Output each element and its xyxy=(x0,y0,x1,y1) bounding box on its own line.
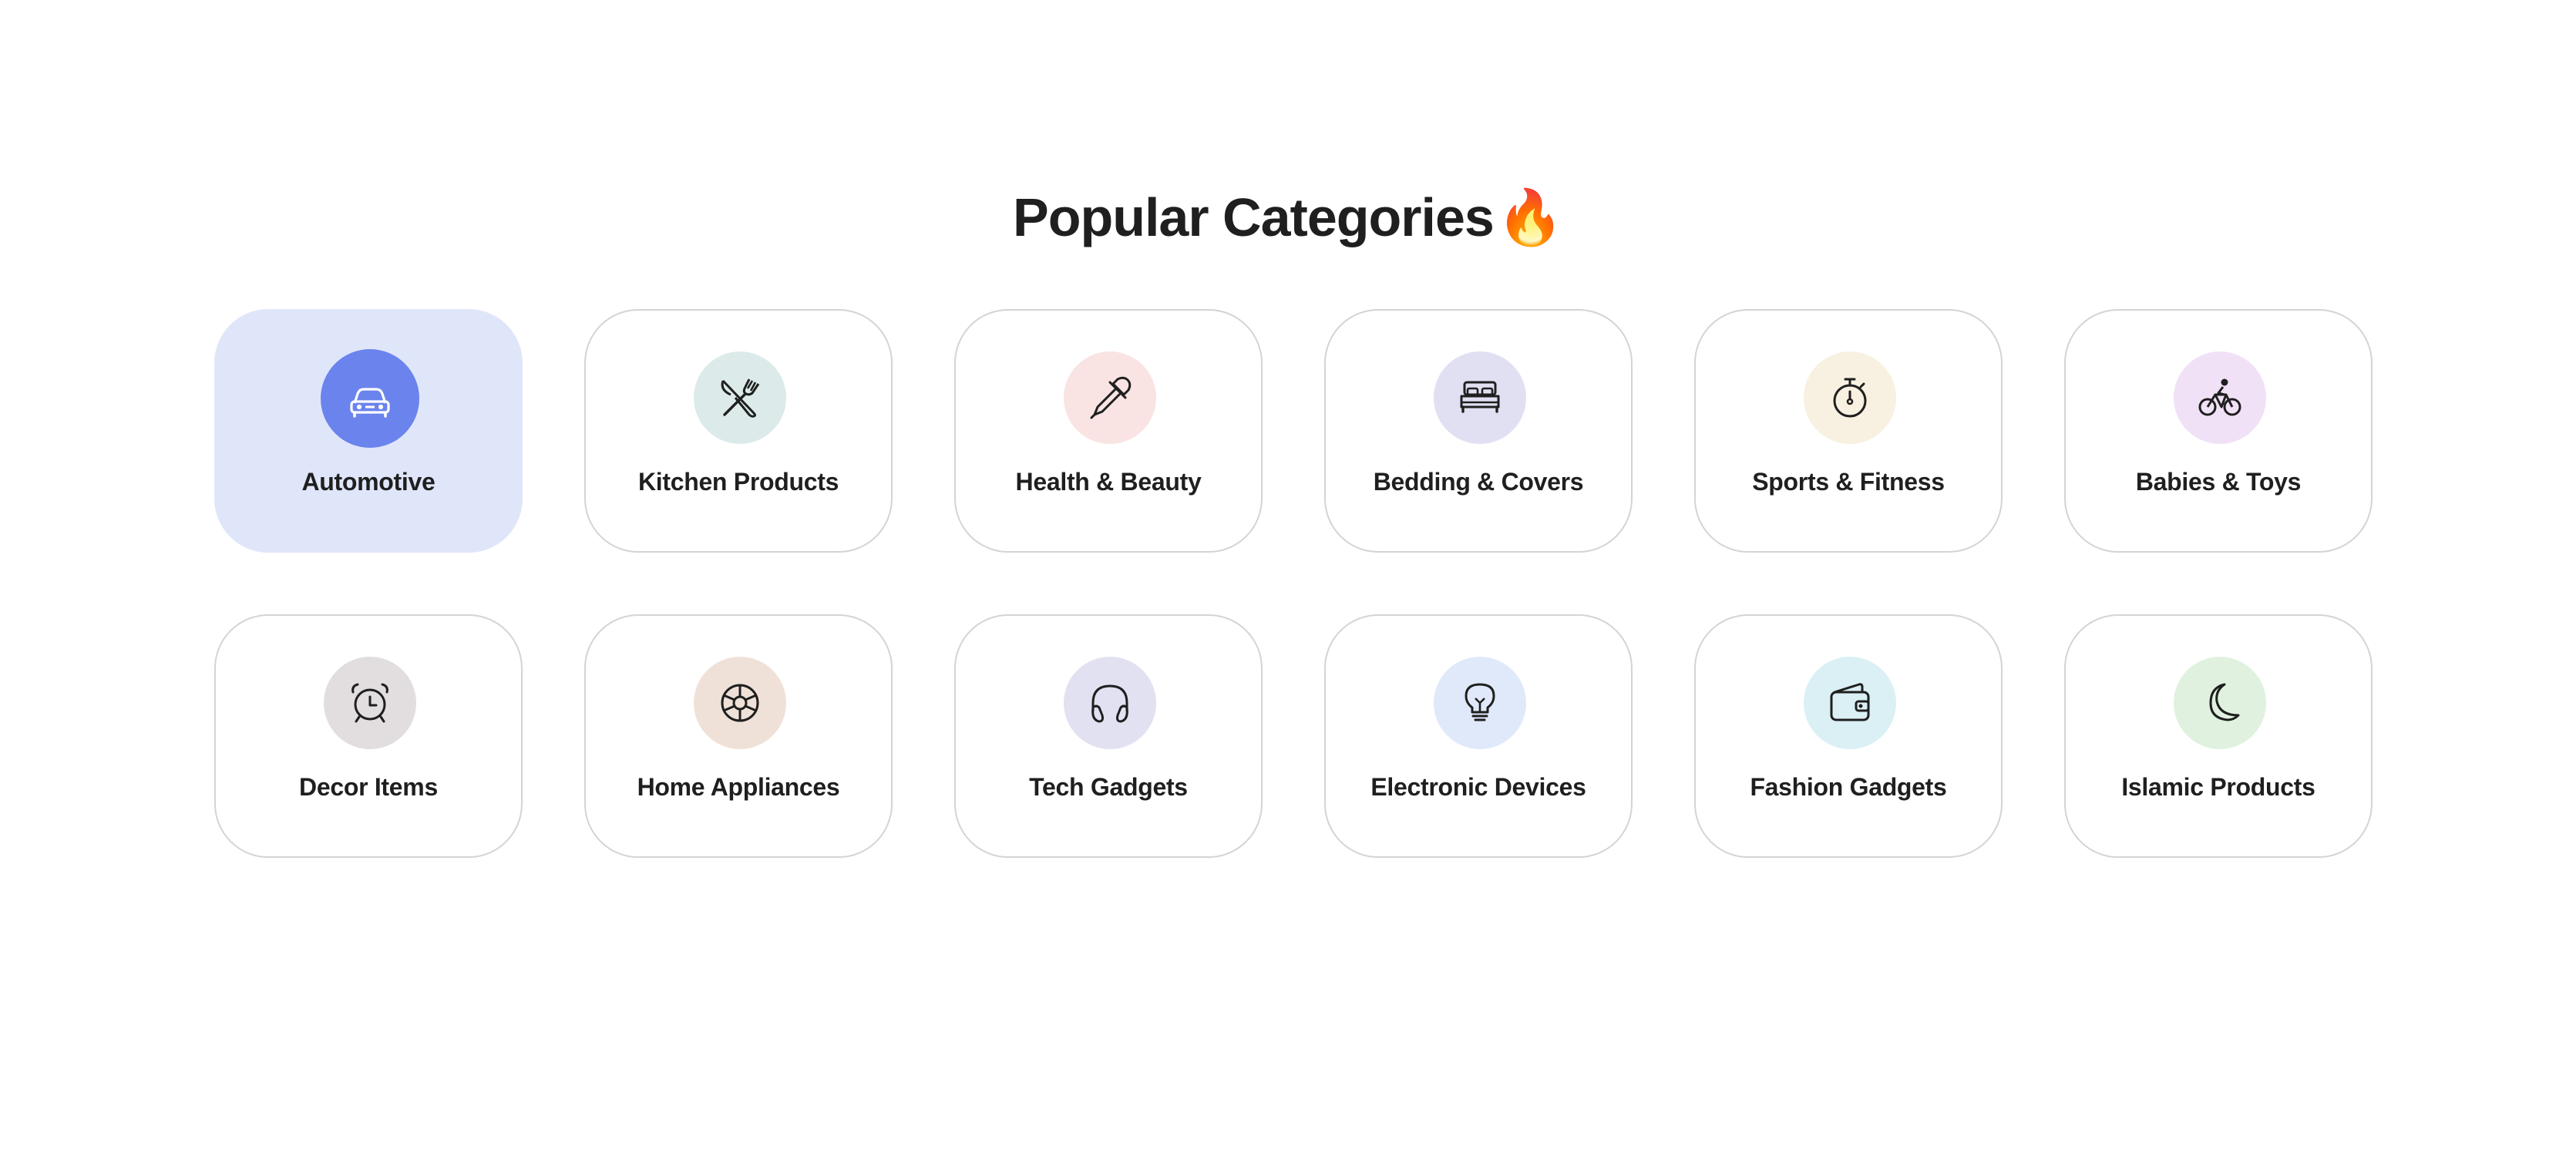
category-label: Fashion Gadgets xyxy=(1750,773,1947,801)
fan-wheel-icon xyxy=(714,677,766,729)
dropper-icon xyxy=(1084,372,1136,424)
category-grid: Automotive Kitchen Products Health & Beaut… xyxy=(214,309,2373,858)
moon-icon xyxy=(2194,677,2246,729)
lightbulb-icon xyxy=(1454,677,1506,729)
category-card-islamic-products[interactable]: Islamic Products xyxy=(2064,614,2373,858)
category-icon-circle xyxy=(1434,657,1526,749)
category-card-automotive[interactable]: Automotive xyxy=(214,309,523,553)
popular-categories-page: Popular Categories🔥 Automotive Kitchen Pr… xyxy=(0,0,2576,1160)
alarm-clock-icon xyxy=(344,677,396,729)
category-label: Sports & Fitness xyxy=(1752,468,1945,496)
category-card-tech-gadgets[interactable]: Tech Gadgets xyxy=(954,614,1263,858)
car-icon xyxy=(344,372,396,425)
category-label: Babies & Toys xyxy=(2135,468,2302,496)
category-card-fashion-gadgets[interactable]: Fashion Gadgets xyxy=(1694,614,2003,858)
fire-icon: 🔥 xyxy=(1496,186,1564,249)
category-icon-circle xyxy=(321,349,419,448)
category-icon-circle xyxy=(1064,657,1156,749)
stopwatch-icon xyxy=(1824,372,1876,424)
category-card-kitchen-products[interactable]: Kitchen Products xyxy=(584,309,893,553)
bicycle-icon xyxy=(2194,372,2246,424)
category-card-bedding-and-covers[interactable]: Bedding & Covers xyxy=(1324,309,1633,553)
category-label: Tech Gadgets xyxy=(1029,773,1188,801)
category-icon-circle xyxy=(2174,657,2266,749)
utensils-icon xyxy=(714,372,766,424)
category-icon-circle xyxy=(1804,657,1896,749)
category-card-home-appliances[interactable]: Home Appliances xyxy=(584,614,893,858)
section-title-text: Popular Categories xyxy=(1013,187,1495,247)
category-label: Bedding & Covers xyxy=(1373,468,1584,496)
category-label: Home Appliances xyxy=(637,773,840,801)
category-icon-circle xyxy=(1804,351,1896,444)
category-label: Decor Items xyxy=(299,773,438,801)
category-label: Islamic Products xyxy=(2121,773,2315,801)
category-label: Automotive xyxy=(301,468,435,496)
category-icon-circle xyxy=(1064,351,1156,444)
category-card-sports-and-fitness[interactable]: Sports & Fitness xyxy=(1694,309,2003,553)
category-card-babies-and-toys[interactable]: Babies & Toys xyxy=(2064,309,2373,553)
category-icon-circle xyxy=(694,351,786,444)
category-icon-circle xyxy=(694,657,786,749)
category-icon-circle xyxy=(1434,351,1526,444)
category-card-electronic-devices[interactable]: Electronic Devices xyxy=(1324,614,1633,858)
section-title: Popular Categories🔥 xyxy=(0,179,2576,256)
wallet-icon xyxy=(1824,677,1876,729)
category-label: Health & Beauty xyxy=(1015,468,1202,496)
category-icon-circle xyxy=(2174,351,2266,444)
bed-icon xyxy=(1454,372,1506,424)
category-label: Kitchen Products xyxy=(637,468,839,496)
category-label: Electronic Devices xyxy=(1370,773,1586,801)
category-icon-circle xyxy=(324,657,416,749)
category-card-decor-items[interactable]: Decor Items xyxy=(214,614,523,858)
category-card-health-and-beauty[interactable]: Health & Beauty xyxy=(954,309,1263,553)
headphones-icon xyxy=(1084,677,1136,729)
